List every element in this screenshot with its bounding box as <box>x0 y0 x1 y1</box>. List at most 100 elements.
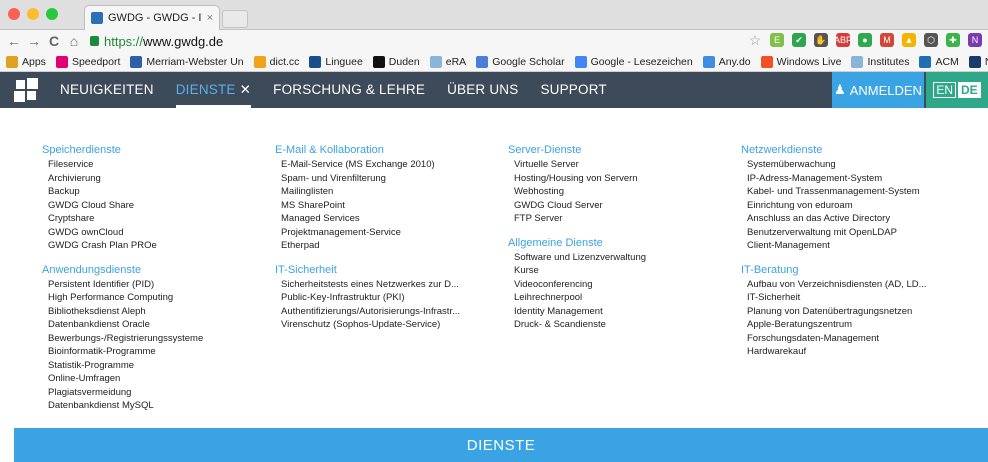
nav-forschung-lehre[interactable]: FORSCHUNG & LEHRE <box>273 72 425 108</box>
menu-item[interactable]: Datenbankdienst MySQL <box>42 399 272 413</box>
menu-group-title[interactable]: IT-Beratung <box>741 263 981 277</box>
nav-über-uns[interactable]: ÜBER UNS <box>447 72 518 108</box>
menu-item[interactable]: Virtuelle Server <box>508 158 738 172</box>
menu-item[interactable]: FTP Server <box>508 212 738 226</box>
bookmark-windows-live[interactable]: Windows Live <box>760 55 841 68</box>
menu-item[interactable]: Planung von Datenübertragungsnetzen <box>741 305 981 319</box>
nav-neuigkeiten[interactable]: NEUIGKEITEN <box>60 72 154 108</box>
menu-item[interactable]: MS SharePoint <box>275 199 505 213</box>
new-tab-button[interactable] <box>222 10 248 28</box>
menu-item[interactable]: Datenbankdienst Oracle <box>42 318 272 332</box>
menu-item[interactable]: GWDG ownCloud <box>42 226 272 240</box>
menu-item[interactable]: Einrichtung von eduroam <box>741 199 981 213</box>
menu-item[interactable]: GWDG Cloud Server <box>508 199 738 213</box>
maximize-window-button[interactable] <box>46 8 58 20</box>
menu-item[interactable]: Statistik-Programme <box>42 359 272 373</box>
puzzle-icon[interactable]: ✚ <box>946 33 960 47</box>
menu-item[interactable]: Benutzerverwaltung mit OpenLDAP <box>741 226 981 240</box>
pocket-icon[interactable]: ⬡ <box>924 33 938 47</box>
menu-item[interactable]: Sicherheitstests eines Netzwerkes zur D.… <box>275 278 505 292</box>
close-window-button[interactable] <box>8 8 20 20</box>
menu-group-title[interactable]: Netzwerkdienste <box>741 143 981 157</box>
bookmark-institutes[interactable]: Institutes <box>851 55 909 68</box>
menu-item[interactable]: Hardwarekauf <box>741 345 981 359</box>
bookmark-star-icon[interactable]: ☆ <box>748 32 762 48</box>
bookmark-speedport[interactable]: Speedport <box>55 55 120 68</box>
menu-item[interactable]: Authentifizierungs/Autorisierungs-Infras… <box>275 305 505 319</box>
menu-item[interactable]: Public-Key-Infrastruktur (PKI) <box>275 291 505 305</box>
login-button[interactable]: ♟ ANMELDEN <box>832 72 924 108</box>
minimize-window-button[interactable] <box>27 8 39 20</box>
menu-group-title[interactable]: Anwendungsdienste <box>42 263 272 277</box>
menu-item[interactable]: Managed Services <box>275 212 505 226</box>
menu-item[interactable]: Bewerbungs-/Registrierungssysteme <box>42 332 272 346</box>
menu-item[interactable]: Fileservice <box>42 158 272 172</box>
menu-item[interactable]: Systemüberwachung <box>741 158 981 172</box>
back-icon[interactable]: ← <box>4 33 24 49</box>
section-footer-bar[interactable]: DIENSTE <box>14 428 988 462</box>
menu-item[interactable]: Aufbau von Verzeichnisdiensten (AD, LD..… <box>741 278 981 292</box>
menu-item[interactable]: Videoconferencing <box>508 278 738 292</box>
pin-icon[interactable]: ● <box>858 33 872 47</box>
menu-item[interactable]: Forschungsdaten-Management <box>741 332 981 346</box>
menu-group-title[interactable]: E-Mail & Kollaboration <box>275 143 505 157</box>
nav-support[interactable]: SUPPORT <box>540 72 606 108</box>
menu-item[interactable]: IT-Sicherheit <box>741 291 981 305</box>
menu-item[interactable]: Client-Management <box>741 239 981 253</box>
menu-group-title[interactable]: Server-Dienste <box>508 143 738 157</box>
menu-item[interactable]: Leihrechnerpool <box>508 291 738 305</box>
menu-item[interactable]: Druck- & Scandienste <box>508 318 738 332</box>
nav-dienste[interactable]: DIENSTE ✕ <box>175 72 252 108</box>
menu-item[interactable]: Webhosting <box>508 185 738 199</box>
bookmark-google-lesezeichen[interactable]: Google - Lesezeichen <box>574 55 693 68</box>
bookmark-google-scholar[interactable]: Google Scholar <box>476 55 565 68</box>
menu-group-title[interactable]: Speicherdienste <box>42 143 272 157</box>
close-menu-icon[interactable]: ✕ <box>240 82 252 97</box>
bookmark-acm[interactable]: ACM <box>919 55 959 68</box>
evernote-clip-icon[interactable]: E <box>770 33 784 47</box>
menu-item[interactable]: Spam- und Virenfilterung <box>275 172 505 186</box>
bookmark-merriam-webster-un[interactable]: Merriam-Webster Un <box>130 55 244 68</box>
menu-item[interactable]: Apple-Beratungszentrum <box>741 318 981 332</box>
menu-group-title[interactable]: IT-Sicherheit <box>275 263 505 277</box>
menu-item[interactable]: Identity Management <box>508 305 738 319</box>
menu-item[interactable]: Etherpad <box>275 239 505 253</box>
menu-item[interactable]: Online-Umfragen <box>42 372 272 386</box>
lang-de-button[interactable]: DE <box>958 82 981 98</box>
menu-item[interactable]: GWDG Cloud Share <box>42 199 272 213</box>
adblock-icon[interactable]: ABP <box>834 33 852 47</box>
tab-close-icon[interactable]: × <box>207 12 213 24</box>
menu-item[interactable]: Virenschutz (Sophos-Update-Service) <box>275 318 505 332</box>
bookmark-duden[interactable]: Duden <box>372 55 420 68</box>
lang-en-button[interactable]: EN <box>933 82 956 98</box>
address-bar[interactable]: https://www.gwdg.de <box>90 34 710 49</box>
menu-item[interactable]: Plagiatsvermeidung <box>42 386 272 400</box>
menu-item[interactable]: Projektmanagement-Service <box>275 226 505 240</box>
onenote-icon[interactable]: N <box>968 33 982 47</box>
menu-item[interactable]: Kabel- und Trassenmanagement-System <box>741 185 981 199</box>
menu-item[interactable]: Bibliotheksdienst Aleph <box>42 305 272 319</box>
menu-group-title[interactable]: Allgemeine Dienste <box>508 236 738 250</box>
menu-item[interactable]: E-Mail-Service (MS Exchange 2010) <box>275 158 505 172</box>
menu-item[interactable]: High Performance Computing <box>42 291 272 305</box>
menu-item[interactable]: IP-Adress-Management-System <box>741 172 981 186</box>
glove-icon[interactable]: ✋ <box>814 33 828 47</box>
bookmark-era[interactable]: eRA <box>429 55 466 68</box>
drive-icon[interactable]: ▲ <box>902 33 916 47</box>
menu-item[interactable]: Backup <box>42 185 272 199</box>
menu-item[interactable]: Kurse <box>508 264 738 278</box>
forward-icon[interactable]: → <box>24 33 44 49</box>
browser-tab[interactable]: GWDG - GWDG - IT in der × <box>84 5 220 30</box>
bookmark-apps[interactable]: Apps <box>6 55 46 68</box>
menu-item[interactable]: Persistent Identifier (PID) <box>42 278 272 292</box>
reload-icon[interactable]: C <box>44 33 64 49</box>
gwdg-logo-icon[interactable] <box>14 78 40 102</box>
menu-item[interactable]: Bioinformatik-Programme <box>42 345 272 359</box>
bookmark-nasa-ads[interactable]: NASA ADS <box>968 55 988 68</box>
menu-item[interactable]: Cryptshare <box>42 212 272 226</box>
menu-item[interactable]: Mailinglisten <box>275 185 505 199</box>
menu-item[interactable]: GWDG Crash Plan PROe <box>42 239 272 253</box>
menu-item[interactable]: Software und Lizenzverwaltung <box>508 251 738 265</box>
home-icon[interactable]: ⌂ <box>64 33 84 49</box>
menu-item[interactable]: Archivierung <box>42 172 272 186</box>
